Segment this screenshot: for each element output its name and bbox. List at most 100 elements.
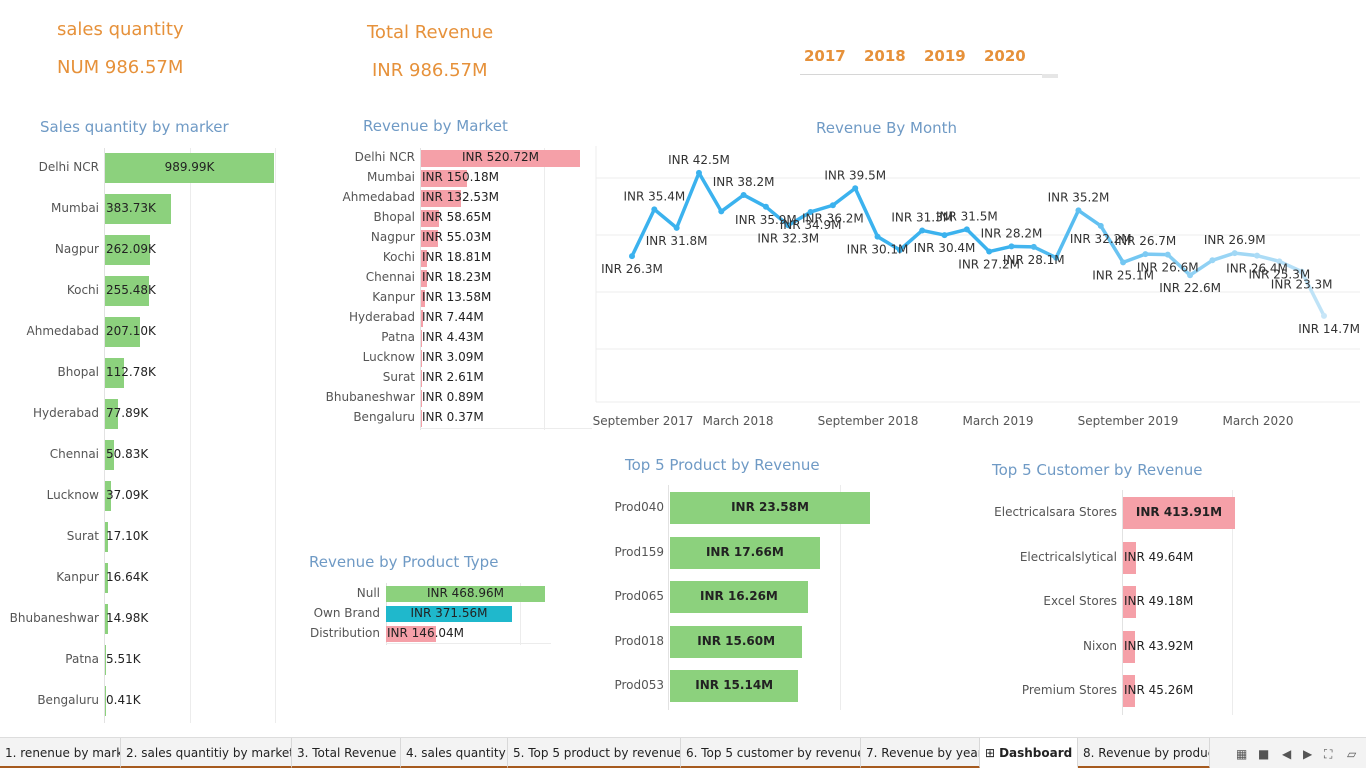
top-customer-value-label: INR 49.18M [1124,594,1194,608]
presentation-icon[interactable]: ▱ [1347,747,1356,761]
top-customer-value-label: INR 413.91M [1135,505,1223,519]
sheet-tab[interactable]: ⊞ Dashboard 1 [980,738,1078,768]
top5-customer-chart: Electricalsara Stores INR 413.91M Electric… [980,490,1250,715]
year-2020-button[interactable]: 2020 [984,47,1026,65]
sheet-tab[interactable]: 7. Revenue by year [861,738,980,768]
axis-line [668,485,669,710]
data-point [1030,243,1037,250]
data-label: INR 36.2M [802,211,864,225]
top-product-value-label: INR 16.26M [700,589,778,603]
top-product-category-label: Prod053 [614,678,664,692]
product-type-value-label: INR 146.04M [387,626,465,640]
sheet-tab[interactable]: 4. sales quantity [401,738,508,768]
previous-sheet-icon[interactable]: ◀ [1282,747,1291,761]
x-tick-label: September 2018 [818,414,919,428]
sheet-tab[interactable]: 5. Top 5 product by revenue [508,738,681,768]
data-label: INR 26.3M [601,262,663,276]
data-point [629,253,635,260]
data-point [874,233,881,240]
data-label: INR 26.9M [1204,233,1266,247]
series-line-segment [652,207,679,230]
revenue-by-market-title: Revenue by Market [363,117,508,135]
data-label: INR 22.6M [1159,281,1221,295]
sheet-tab[interactable]: 6. Top 5 customer by revenue [681,738,861,768]
year-2019-button[interactable]: 2019 [924,47,966,65]
sales-qty-category-label: Nagpur [54,242,99,256]
top-customer-category-label: Excel Stores [1043,594,1117,608]
sheet-tab-bar: ▦ ■ ◀ ▶ ⛶ ▱ 1. renenue by mark 2. sales q… [0,737,1366,768]
sales-qty-value-label: 112.78K [106,365,156,379]
series-line-segment [1143,252,1170,257]
sales-qty-value-label: 207.10K [106,324,156,338]
sales-qty-chart-title: Sales quantity by marker [40,118,229,136]
series-line-segment [719,193,746,214]
data-point [673,224,680,231]
top-product-category-label: Prod040 [614,500,664,514]
data-point [1097,222,1104,229]
fullscreen-icon[interactable]: ⛶ [1324,747,1332,762]
top5-customer-title: Top 5 Customer by Revenue [992,461,1203,479]
top-customer-value-label: INR 49.64M [1124,549,1194,564]
total-revenue-title: Total Revenue [367,22,494,43]
series-line-segment [1255,253,1282,264]
sales-qty-value-label: 383.73K [106,201,156,215]
revenue-market-value-label: INR 7.44M [422,310,484,324]
sales-qty-category-label: Chennai [49,447,99,461]
top-customer-category-label: Electricalslytical [1019,549,1117,564]
sheet-tab[interactable]: 2. sales quantitiy by market [121,738,292,768]
sheet-tab[interactable]: 3. Total Revenue [292,738,401,768]
data-point [762,203,769,210]
data-label: INR 35.2M [1048,190,1110,204]
sales-qty-value-label: 255.48K [106,283,156,297]
top5-product-title: Top 5 Product by Revenue [625,456,820,474]
data-point [695,169,702,176]
product-type-category-label: Distribution [309,626,380,640]
revenue-market-value-label: INR 13.58M [422,290,492,304]
revenue-market-category-label: Mumbai [367,170,415,184]
year-2018-button[interactable]: 2018 [864,47,906,65]
revenue-market-category-label: Lucknow [362,350,415,364]
filmstrip-icon[interactable]: ■ [1258,747,1269,761]
total-revenue-value: INR 986.57M [372,60,488,81]
data-point [1120,259,1127,266]
grid-view-icon[interactable]: ▦ [1236,747,1247,761]
sheet-tab-label: 7. Revenue by year [866,746,980,760]
data-point [1164,251,1171,258]
sales-qty-category-label: Bhopal [57,365,99,379]
data-point [1231,250,1238,257]
revenue-by-market-chart: Delhi NCR INR 520.72M Mumbai INR 150.18M Ahm… [320,148,592,430]
top-product-value-label: INR 17.66M [705,544,784,559]
filter-scroll-handle[interactable] [1042,74,1058,78]
data-label: INR 26.6M [1137,261,1199,275]
data-point [941,232,948,239]
top-product-category-label: Prod018 [614,633,664,648]
sales-qty-category-label: Delhi NCR [38,160,99,174]
sheet-tab[interactable]: 1. renenue by mark [0,738,121,768]
revenue-market-category-label: Ahmedabad [342,190,415,204]
revenue-market-category-label: Kanpur [372,290,415,304]
revenue-market-value-label: INR 132.53M [422,190,500,204]
x-tick-label: September 2019 [1078,414,1179,428]
data-label: INR 35.4M [623,189,685,203]
sales-qty-by-market-chart: Delhi NCR 989.99K Mumbai 383.73K Nagpur 262.0… [0,148,280,723]
sales-qty-value-label: 14.98K [106,611,149,625]
grid-line [275,148,276,723]
top-product-category-label: Prod159 [614,544,664,559]
sheet-tab-label: 5. Top 5 product by revenue [513,746,681,760]
year-filter: 2017 2018 2019 2020 [800,44,1060,80]
revenue-market-category-label: Bengaluru [353,410,415,424]
sales-qty-category-label: Kanpur [56,570,99,584]
sheet-tab-label: Dashboard 1 [999,746,1078,760]
sheet-tab-label: 6. Top 5 customer by revenue [686,746,861,760]
sheet-tab[interactable]: 8. Revenue by product c [1078,738,1210,768]
year-2017-button[interactable]: 2017 [804,47,846,65]
sales-qty-category-label: Mumbai [51,201,99,215]
sheet-tab-label: 3. Total Revenue [297,746,397,760]
revenue-by-product-type-chart: Null INR 468.96M Own Brand INR 371.56M Distr… [290,583,555,645]
data-label: INR 30.1M [847,243,909,257]
revenue-market-value-label: INR 0.37M [422,410,484,424]
data-point [1142,251,1149,258]
next-sheet-icon[interactable]: ▶ [1303,747,1312,761]
data-label: INR 14.7M [1298,322,1360,336]
top-product-value-label: INR 15.60M [697,633,776,648]
